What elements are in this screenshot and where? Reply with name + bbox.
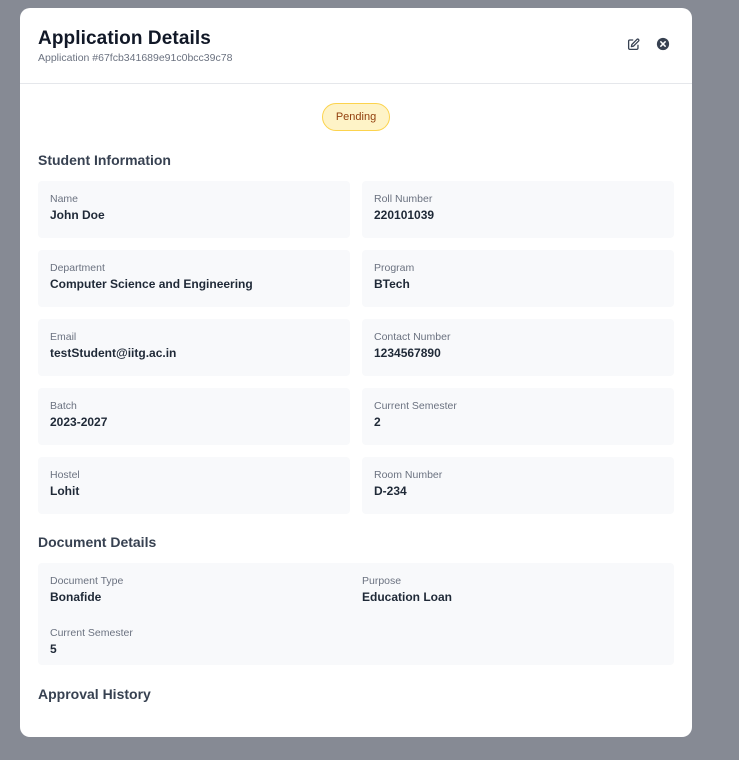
field-batch: Batch 2023-2027: [38, 388, 350, 445]
field-value: John Doe: [50, 208, 105, 222]
modal-title: Application Details: [38, 28, 211, 49]
field-label: Document Type: [50, 575, 124, 587]
field-value: 2: [374, 415, 381, 429]
document-details-title: Document Details: [38, 534, 157, 550]
field-value: testStudent@iitg.ac.in: [50, 346, 177, 360]
approval-history-title: Approval History: [38, 686, 151, 702]
field-value: Education Loan: [362, 590, 452, 604]
field-label: Hostel: [50, 469, 80, 481]
field-name: Name John Doe: [38, 181, 350, 238]
student-information-grid: Name John Doe Roll Number 220101039 Depa…: [38, 181, 674, 514]
field-current-semester: Current Semester 2: [362, 388, 674, 445]
field-value: BTech: [374, 277, 410, 291]
status-badge: Pending: [321, 103, 391, 131]
field-purpose: Purpose Education Loan: [362, 575, 662, 613]
application-details-modal: Application Details Application #67fcb34…: [20, 8, 692, 737]
application-id: Application #67fcb341689e91c0bcc39c78: [38, 52, 233, 64]
field-value: 220101039: [374, 208, 435, 222]
field-document-type: Document Type Bonafide: [50, 575, 362, 613]
field-label: Roll Number: [374, 193, 433, 205]
field-value: 1234567890: [374, 346, 441, 360]
field-document-current-semester: Current Semester 5: [50, 627, 362, 665]
field-roll-number: Roll Number 220101039: [362, 181, 674, 238]
field-contact-number: Contact Number 1234567890: [362, 319, 674, 376]
header-actions: [626, 37, 670, 51]
field-label: Email: [50, 331, 77, 343]
field-label: Program: [374, 262, 415, 274]
modal-body: Pending Student Information Name John Do…: [20, 84, 692, 702]
field-value: Bonafide: [50, 590, 102, 604]
field-label: Batch: [50, 400, 77, 412]
field-department: Department Computer Science and Engineer…: [38, 250, 350, 307]
field-label: Room Number: [374, 469, 443, 481]
modal-header: Application Details Application #67fcb34…: [20, 8, 692, 84]
field-email: Email testStudent@iitg.ac.in: [38, 319, 350, 376]
document-details-card: Document Type Bonafide Purpose Education…: [38, 563, 674, 665]
field-label: Current Semester: [374, 400, 457, 412]
field-value: Lohit: [50, 484, 80, 498]
field-label: Contact Number: [374, 331, 451, 343]
field-value: 5: [50, 642, 57, 656]
field-room-number: Room Number D-234: [362, 457, 674, 514]
field-program: Program BTech: [362, 250, 674, 307]
field-value: Computer Science and Engineering: [50, 277, 253, 291]
status-row: Pending: [38, 103, 674, 131]
field-value: 2023-2027: [50, 415, 108, 429]
field-label: Department: [50, 262, 105, 274]
field-label: Current Semester: [50, 627, 133, 639]
field-label: Name: [50, 193, 79, 205]
field-hostel: Hostel Lohit: [38, 457, 350, 514]
close-circle-icon[interactable]: [656, 37, 670, 51]
field-label: Purpose: [362, 575, 402, 587]
edit-icon[interactable]: [626, 37, 640, 51]
student-information-title: Student Information: [38, 152, 171, 168]
field-value: D-234: [374, 484, 407, 498]
